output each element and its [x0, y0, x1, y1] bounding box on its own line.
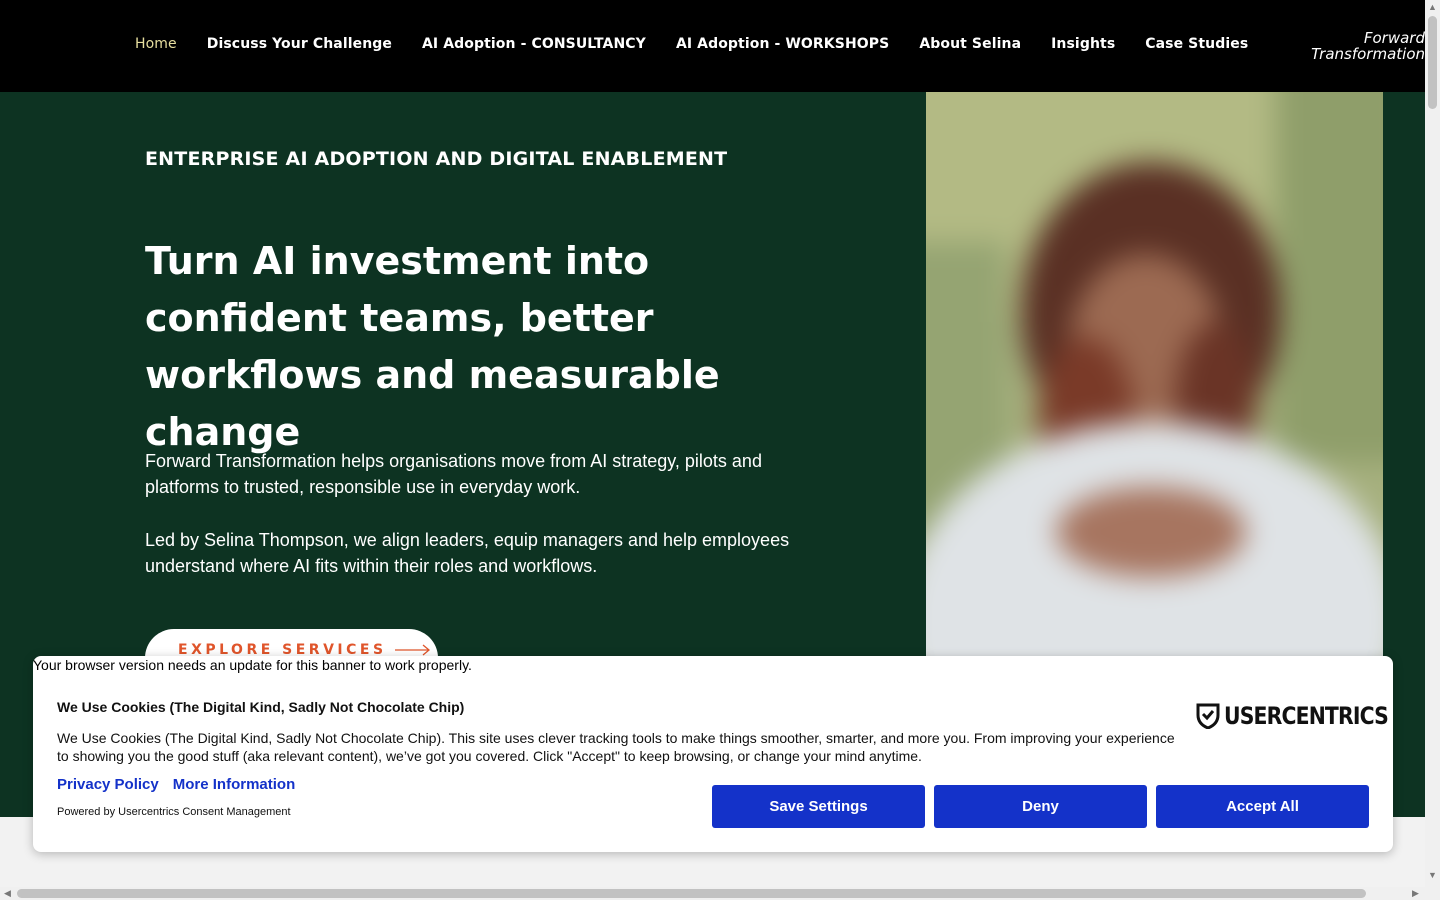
- hero-headline: Turn AI investment into confident teams,…: [145, 239, 720, 454]
- nav-item-discuss-your-challenge[interactable]: Discuss Your Challenge: [207, 36, 392, 52]
- save-settings-button[interactable]: Save Settings: [712, 785, 925, 828]
- usercentrics-logo-text: USERCENTRICS: [1224, 702, 1389, 730]
- nav-item-ai-adoption-consultancy[interactable]: AI Adoption - CONSULTANCY: [422, 36, 646, 52]
- arrow-right-icon: [394, 644, 430, 656]
- horizontal-scrollbar-thumb[interactable]: [17, 889, 1366, 898]
- scroll-down-arrow-icon[interactable]: ▼: [1428, 871, 1437, 880]
- browser-update-notice: Your browser version needs an update for…: [33, 657, 472, 673]
- privacy-policy-link[interactable]: Privacy Policy: [57, 776, 159, 793]
- scroll-up-arrow-icon[interactable]: ▲: [1428, 3, 1437, 12]
- cookie-consent-banner: We Use Cookies (The Digital Kind, Sadly …: [33, 656, 1393, 852]
- nav-item-ai-adoption-workshops[interactable]: AI Adoption - WORKSHOPS: [676, 36, 889, 52]
- hero-paragraph-1: Forward Transformation helps organisatio…: [145, 451, 762, 497]
- vertical-scrollbar-thumb[interactable]: [1428, 16, 1437, 109]
- cookie-links: Privacy Policy More Information: [57, 776, 295, 793]
- shield-icon: [1196, 703, 1220, 729]
- brand-line-2: Transformation: [1311, 45, 1425, 62]
- cookie-title: We Use Cookies (The Digital Kind, Sadly …: [57, 699, 465, 715]
- more-information-link[interactable]: More Information: [173, 776, 296, 793]
- deny-button[interactable]: Deny: [934, 785, 1147, 828]
- brand-line-1: Forward: [1363, 30, 1425, 47]
- nav-item-insights[interactable]: Insights: [1051, 36, 1115, 52]
- nav-item-case-studies[interactable]: Case Studies: [1145, 36, 1248, 52]
- vertical-scrollbar[interactable]: ▲ ▼: [1425, 0, 1440, 887]
- powered-by-text: Powered by Usercentrics Consent Manageme…: [57, 806, 291, 818]
- scroll-left-arrow-icon[interactable]: ◀: [4, 889, 11, 898]
- hero-paragraph-2: Led by Selina Thompson, we align leaders…: [145, 530, 790, 576]
- usercentrics-logo: USERCENTRICS: [1196, 702, 1417, 730]
- accept-all-button[interactable]: Accept All: [1156, 785, 1369, 828]
- nav-item-home[interactable]: Home: [135, 36, 177, 52]
- main-nav: Home Discuss Your Challenge AI Adoption …: [135, 36, 1248, 52]
- top-navigation-bar: Home Discuss Your Challenge AI Adoption …: [0, 0, 1425, 92]
- horizontal-scrollbar[interactable]: ◀ ▶: [0, 887, 1440, 900]
- nav-item-about-selina[interactable]: About Selina: [919, 36, 1021, 52]
- cookie-buttons: Save Settings Deny Accept All: [712, 785, 1369, 828]
- scroll-right-arrow-icon[interactable]: ▶: [1412, 889, 1419, 898]
- hero-eyebrow: ENTERPRISE AI ADOPTION AND DIGITAL ENABL…: [145, 148, 728, 170]
- cookie-description: We Use Cookies (The Digital Kind, Sadly …: [57, 730, 1175, 764]
- brand-logo[interactable]: Forward Transformation: [1308, 30, 1425, 62]
